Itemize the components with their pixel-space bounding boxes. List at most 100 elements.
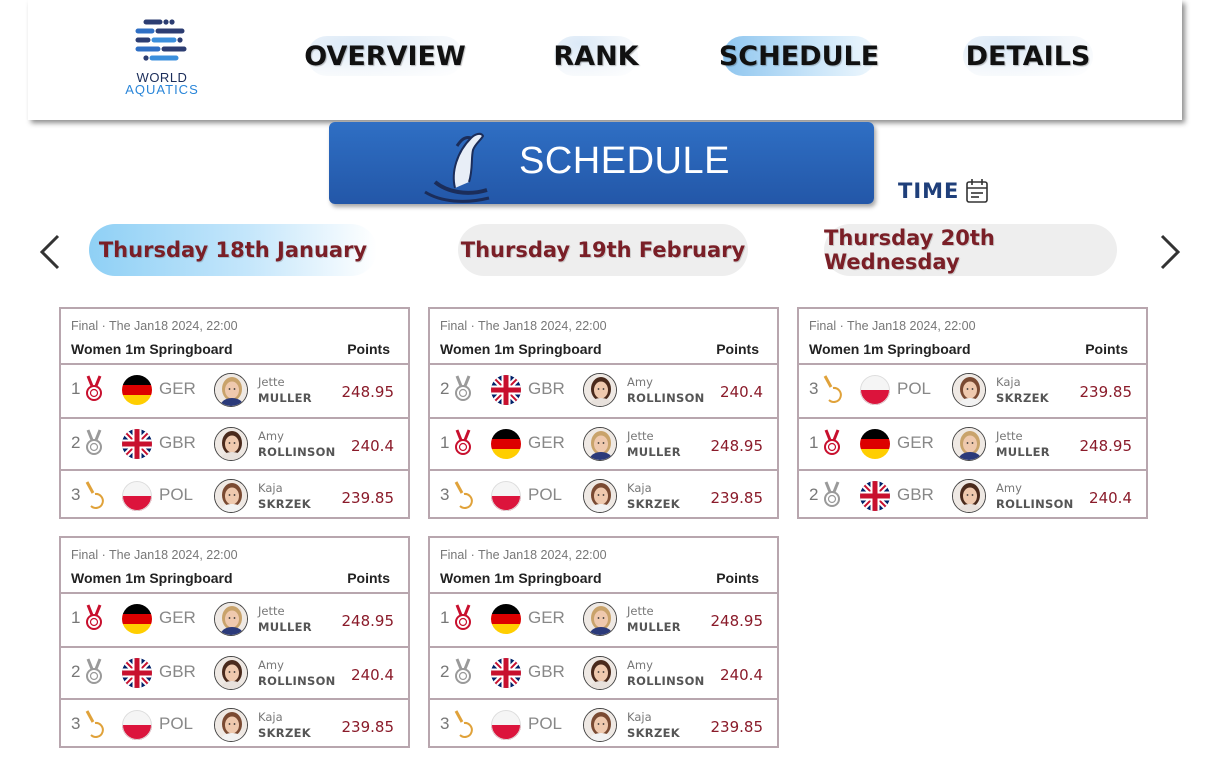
result-row[interactable]: 3 POL Kaja SKRZEK 239.85 <box>430 698 777 748</box>
result-row[interactable]: 1 GER Jette MULLER 248.95 <box>61 594 408 646</box>
result-row[interactable]: 2 GBR Amy ROLLINSON 240.4 <box>61 417 408 469</box>
flag-pol-icon <box>122 481 152 511</box>
athlete-points: 240.4 <box>1089 489 1132 507</box>
nation-code: POL <box>159 485 194 504</box>
athlete-first-name: Amy <box>627 658 653 672</box>
result-card[interactable]: Final · The Jan18 2024, 22:00 Women 1m Sp… <box>797 307 1148 519</box>
athlete-first-name: Kaja <box>258 710 283 724</box>
athlete-points: 240.4 <box>351 437 394 455</box>
flag-ger-icon <box>122 375 152 405</box>
result-row[interactable]: 2 GBR Amy ROLLINSON 240.4 <box>430 365 777 417</box>
nation-code: GER <box>897 433 934 452</box>
result-card[interactable]: Final · The Jan18 2024, 22:00 Women 1m Sp… <box>428 536 779 748</box>
result-row[interactable]: 1 GER Jette MULLER 248.95 <box>61 365 408 417</box>
result-row[interactable]: 3 POL Kaja SKRZEK 239.85 <box>799 365 1146 417</box>
bronze-medal-icon <box>821 375 843 407</box>
card-event-title: Women 1m Springboard <box>440 341 602 357</box>
athlete-last-name: ROLLINSON <box>996 497 1074 511</box>
bronze-medal-icon <box>83 710 105 742</box>
athlete-first-name: Amy <box>996 481 1022 495</box>
result-row[interactable]: 1 GER Jette MULLER 248.95 <box>430 594 777 646</box>
nation-code: GBR <box>528 379 565 398</box>
bronze-medal-icon <box>83 481 105 513</box>
result-row[interactable]: 1 GER Jette MULLER 248.95 <box>799 417 1146 469</box>
nav-overview[interactable]: OVERVIEW <box>304 36 466 76</box>
flag-gbr-icon <box>122 429 152 459</box>
flag-pol-icon <box>491 710 521 740</box>
flag-gbr-icon <box>491 658 521 688</box>
flag-pol-icon <box>122 710 152 740</box>
date-tab-1[interactable]: Thursday 18th January <box>89 224 377 276</box>
date-tab-3[interactable]: Thursday 20th Wednesday <box>824 224 1117 276</box>
athlete-points: 239.85 <box>341 489 395 507</box>
logo-text-aquatics: AQUATICS <box>125 82 199 97</box>
silver-medal-icon <box>83 658 105 690</box>
bronze-medal-icon <box>452 481 474 513</box>
result-card[interactable]: Final · The Jan18 2024, 22:00 Women 1m Sp… <box>59 307 410 519</box>
card-meta: Final · The Jan18 2024, 22:00 <box>71 548 238 562</box>
schedule-banner: SCHEDULE <box>329 122 874 204</box>
athlete-last-name: SKRZEK <box>627 726 680 740</box>
gold-medal-icon <box>452 429 474 461</box>
card-event-title: Women 1m Springboard <box>71 341 233 357</box>
nation-code: POL <box>528 485 563 504</box>
athlete-points: 239.85 <box>710 718 764 736</box>
result-row[interactable]: 2 GBR Amy ROLLINSON 240.4 <box>799 469 1146 519</box>
bronze-medal-icon <box>452 710 474 742</box>
nation-code: GBR <box>159 433 196 452</box>
result-row[interactable]: 2 GBR Amy ROLLINSON 240.4 <box>61 646 408 698</box>
athlete-last-name: MULLER <box>258 620 312 634</box>
prev-arrow-icon[interactable] <box>36 232 66 272</box>
athlete-points: 248.95 <box>710 437 764 455</box>
rank-position: 2 <box>440 662 450 681</box>
nation-code: POL <box>528 714 563 733</box>
result-row[interactable]: 3 POL Kaja SKRZEK 239.85 <box>61 698 408 748</box>
nav-details[interactable]: DETAILS <box>963 36 1093 76</box>
diver-icon <box>424 132 490 203</box>
card-meta: Final · The Jan18 2024, 22:00 <box>71 319 238 333</box>
date-tab-2[interactable]: Thursday 19th February <box>458 224 748 276</box>
athlete-avatar <box>214 479 248 513</box>
gold-medal-icon <box>83 375 105 407</box>
card-points-header: Points <box>347 341 390 357</box>
athlete-avatar <box>214 602 248 636</box>
nation-code: GER <box>528 608 565 627</box>
athlete-points: 248.95 <box>710 612 764 630</box>
result-row[interactable]: 1 GER Jette MULLER 248.95 <box>430 417 777 469</box>
flag-ger-icon <box>122 604 152 634</box>
athlete-last-name: MULLER <box>627 445 681 459</box>
nav-rank[interactable]: RANK <box>553 36 639 76</box>
result-row[interactable]: 3 POL Kaja SKRZEK 239.85 <box>430 469 777 519</box>
result-card[interactable]: Final · The Jan18 2024, 22:00 Women 1m Sp… <box>428 307 779 519</box>
world-aquatics-logo[interactable]: WORLD AQUATICS <box>110 18 214 98</box>
athlete-avatar <box>214 656 248 690</box>
athlete-last-name: MULLER <box>627 620 681 634</box>
card-points-header: Points <box>716 570 759 586</box>
athlete-avatar <box>952 479 986 513</box>
card-points-header: Points <box>347 570 390 586</box>
athlete-avatar <box>952 427 986 461</box>
rank-position: 1 <box>71 379 81 398</box>
next-arrow-icon[interactable] <box>1154 232 1184 272</box>
card-meta: Final · The Jan18 2024, 22:00 <box>440 319 607 333</box>
result-row[interactable]: 3 POL Kaja SKRZEK 239.85 <box>61 469 408 519</box>
nav-schedule[interactable]: SCHEDULE <box>719 36 879 76</box>
athlete-points: 240.4 <box>720 383 763 401</box>
nation-code: GER <box>159 608 196 627</box>
flag-gbr-icon <box>860 481 890 511</box>
nation-code: GBR <box>159 662 196 681</box>
athlete-points: 240.4 <box>720 666 763 684</box>
time-filter[interactable]: TIME <box>898 178 989 204</box>
athlete-last-name: MULLER <box>258 391 312 405</box>
athlete-last-name: SKRZEK <box>258 726 311 740</box>
athlete-last-name: SKRZEK <box>258 497 311 511</box>
athlete-points: 239.85 <box>341 718 395 736</box>
athlete-first-name: Jette <box>258 604 285 618</box>
result-row[interactable]: 2 GBR Amy ROLLINSON 240.4 <box>430 646 777 698</box>
athlete-first-name: Kaja <box>996 375 1021 389</box>
result-card[interactable]: Final · The Jan18 2024, 22:00 Women 1m Sp… <box>59 536 410 748</box>
card-meta: Final · The Jan18 2024, 22:00 <box>809 319 976 333</box>
athlete-avatar <box>583 479 617 513</box>
athlete-last-name: ROLLINSON <box>258 674 336 688</box>
rank-position: 2 <box>71 433 81 452</box>
